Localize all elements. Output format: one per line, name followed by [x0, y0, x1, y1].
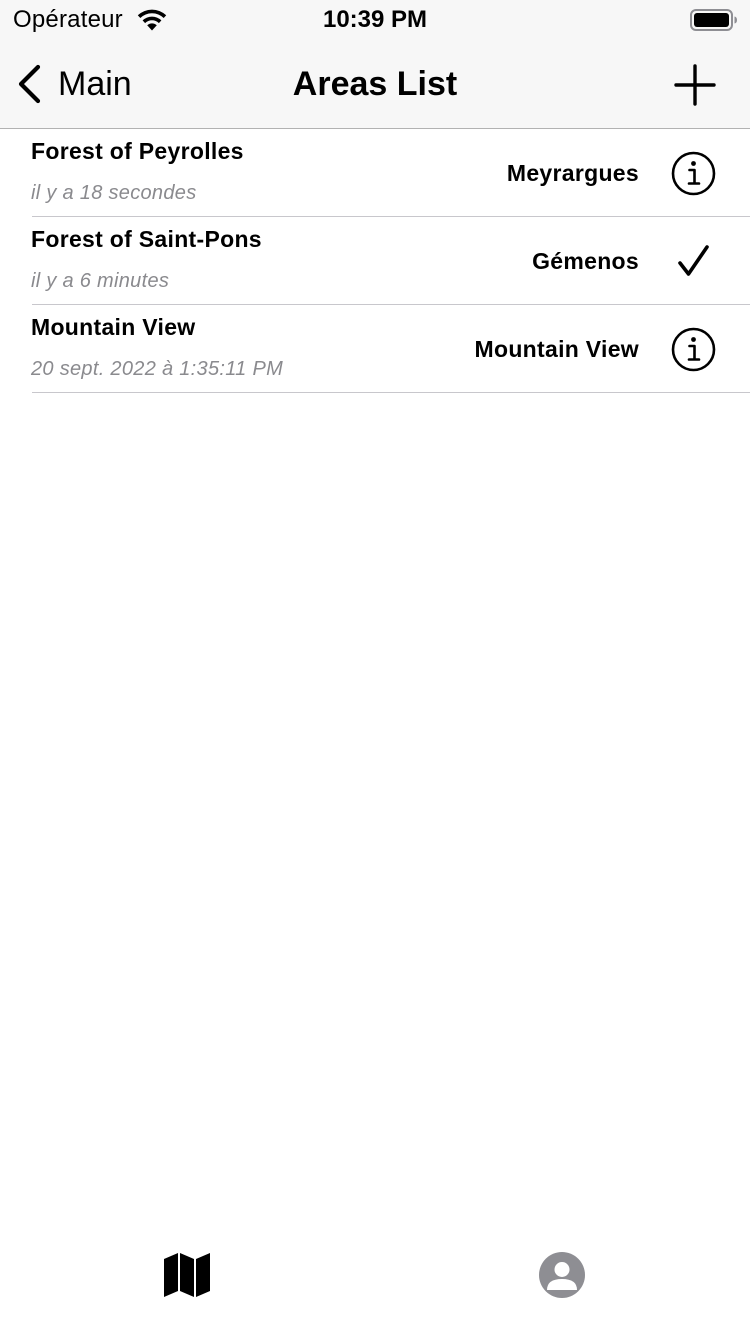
plus-icon	[674, 64, 716, 106]
info-icon[interactable]	[671, 327, 716, 372]
area-title: Forest of Saint-Pons	[31, 226, 262, 252]
areas-list: Forest of Peyrolles il y a 18 secondes M…	[0, 129, 750, 393]
area-location: Gémenos	[532, 248, 639, 274]
area-timestamp: il y a 18 secondes	[31, 182, 197, 204]
info-icon[interactable]	[671, 151, 716, 196]
area-location: Mountain View	[474, 336, 639, 362]
area-timestamp: 20 sept. 2022 à 1:35:11 PM	[31, 358, 284, 380]
tab-profile[interactable]	[537, 1250, 587, 1300]
battery-full-icon	[690, 9, 737, 31]
tab-bar	[0, 1232, 750, 1334]
area-title: Mountain View	[31, 314, 196, 340]
areas-list-screen: Opérateur 10:39 PM Main Areas List Fores…	[0, 0, 750, 1334]
clock-label: 10:39 PM	[322, 6, 428, 33]
area-title: Forest of Peyrolles	[31, 138, 244, 164]
navigation-bar: Main Areas List	[0, 40, 750, 129]
status-bar: Opérateur 10:39 PM	[0, 0, 750, 40]
list-item[interactable]: Forest of Peyrolles il y a 18 secondes M…	[0, 129, 750, 217]
area-timestamp: il y a 6 minutes	[31, 270, 170, 292]
list-item[interactable]: Forest of Saint-Pons il y a 6 minutes Gé…	[0, 217, 750, 305]
add-area-button[interactable]	[672, 62, 718, 108]
person-circle-icon	[539, 1252, 585, 1298]
page-title: Areas List	[292, 65, 458, 103]
checkmark-icon	[678, 245, 709, 276]
map-icon	[164, 1253, 210, 1297]
area-location: Meyrargues	[506, 160, 639, 186]
tab-map[interactable]	[162, 1250, 212, 1300]
list-item[interactable]: Mountain View 20 sept. 2022 à 1:35:11 PM…	[0, 305, 750, 393]
